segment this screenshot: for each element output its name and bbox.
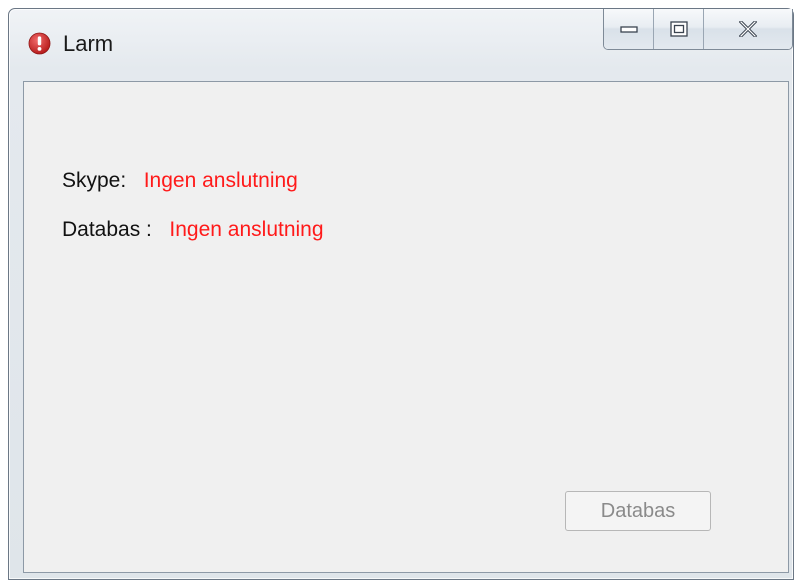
error-exclamation-icon: [28, 32, 51, 55]
minimize-button[interactable]: [604, 9, 654, 49]
title-bar[interactable]: Larm: [9, 9, 793, 81]
app-window: Larm Skype: Ingen anslutning Databas: I…: [8, 8, 794, 580]
window-title: Larm: [63, 31, 114, 56]
caption-buttons: [603, 9, 793, 50]
skype-status-row: Skype: Ingen anslutning: [62, 168, 298, 194]
maximize-button[interactable]: [654, 9, 704, 49]
minimize-icon: [619, 26, 638, 33]
skype-status-value: Ingen anslutning: [143, 169, 298, 192]
database-status-row: Databas : Ingen anslutning: [62, 217, 324, 243]
database-status-value: Ingen anslutning: [169, 218, 324, 241]
close-icon: [739, 21, 757, 37]
client-area: Skype: Ingen anslutning Databas : Ingen …: [23, 81, 789, 573]
database-button[interactable]: Databas: [565, 491, 711, 531]
close-button[interactable]: [704, 9, 792, 49]
maximize-icon: [669, 21, 688, 37]
database-label: Databas :: [62, 218, 152, 241]
skype-label: Skype:: [62, 169, 127, 192]
